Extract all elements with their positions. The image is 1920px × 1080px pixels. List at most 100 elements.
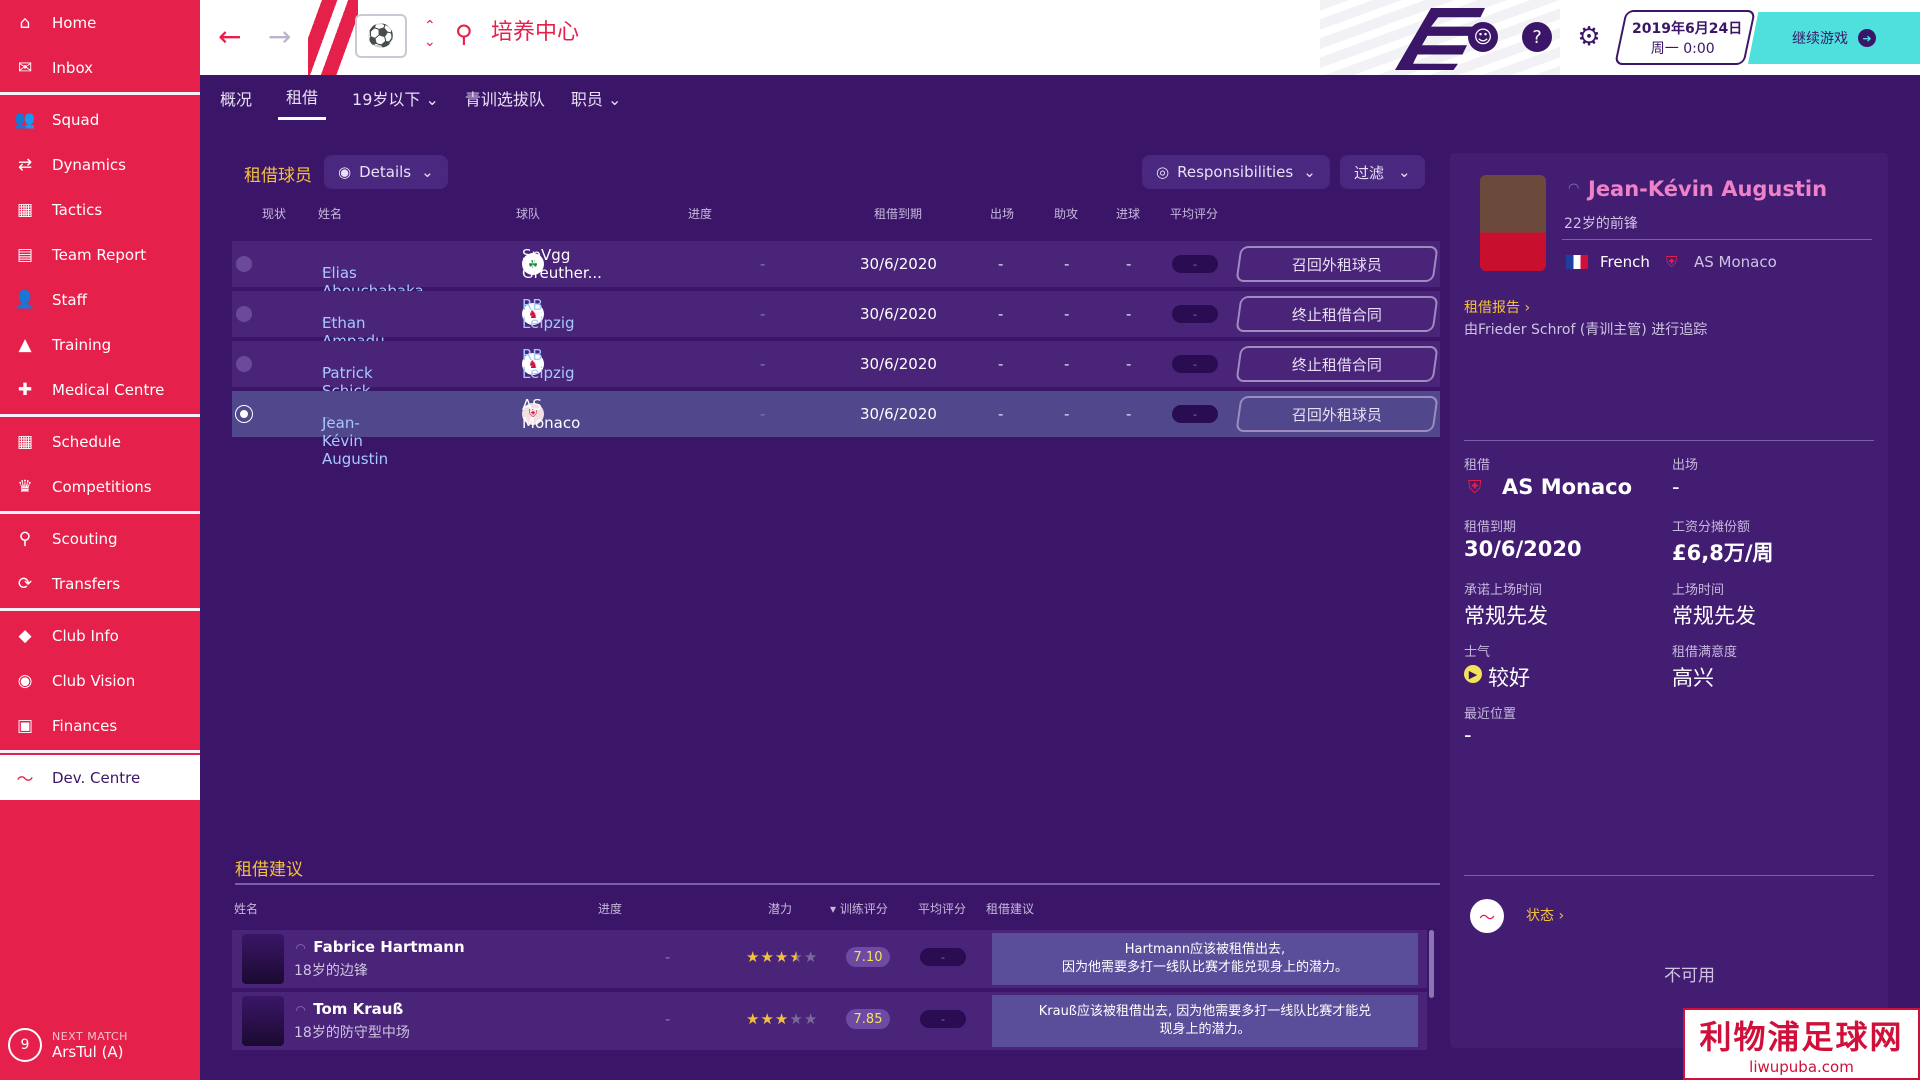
suggestion-row[interactable]: ◠ Tom Krauß 18岁的防守型中场 - ★★★★★ 7.85- Krauß应该被租借… xyxy=(232,992,1427,1050)
row-select-radio[interactable] xyxy=(236,406,252,422)
tab-youth-intake[interactable]: 青训选拔队 xyxy=(465,75,545,120)
tab-staff[interactable]: 职员 ⌄ xyxy=(571,75,622,120)
watermark-logo: 利物浦足球网 liwupuba.com xyxy=(1683,1008,1920,1080)
brain-icon[interactable]: ☺ xyxy=(1468,22,1498,52)
sidebar-item-dev-centre[interactable]: 〜 Dev. Centre xyxy=(0,755,200,800)
row-select-radio[interactable] xyxy=(236,306,252,322)
continue-button[interactable]: 继续游戏 ➜ xyxy=(1748,12,1920,64)
sidebar-item-scouting[interactable]: ⚲ Scouting xyxy=(0,516,200,561)
sidebar-item-medical-centre[interactable]: ✚ Medical Centre xyxy=(0,367,200,412)
col-avg-rating[interactable]: 平均评分 xyxy=(918,900,966,917)
suggestions-divider xyxy=(235,883,1440,885)
sidebar-item-label: Training xyxy=(52,335,112,354)
sidebar-item-transfers[interactable]: ⟳ Transfers xyxy=(0,561,200,606)
col-name[interactable]: 姓名 xyxy=(318,205,342,222)
sidebar-item-home[interactable]: ⌂ Home xyxy=(0,0,200,45)
tab-overview[interactable]: 概况 xyxy=(220,75,252,120)
apps-value: - xyxy=(998,255,1004,273)
avg-rating-pill: - xyxy=(1172,255,1218,273)
col-progress[interactable]: 进度 xyxy=(688,205,712,222)
filter-dropdown[interactable]: 过滤 ⌄ xyxy=(1340,155,1425,189)
row-select-radio[interactable] xyxy=(236,356,252,372)
sidebar-item-competitions[interactable]: ♛ Competitions xyxy=(0,464,200,509)
sidebar-item-staff[interactable]: 👤 Staff xyxy=(0,277,200,322)
sidebar-item-inbox[interactable]: ✉ Inbox xyxy=(0,45,200,90)
progress-value: - xyxy=(760,405,766,423)
player-name-link[interactable]: ◠ Fabrice Hartmann xyxy=(296,938,465,956)
profile-name[interactable]: Jean-Kévin Augustin xyxy=(1588,177,1827,201)
sidebar-item-finances[interactable]: ▣ Finances xyxy=(0,703,200,748)
player-profile-panel: ◠ Jean-Kévin Augustin 22岁的前锋 French ⛨ AS… xyxy=(1450,153,1888,1048)
sidebar-item-training[interactable]: ▲ Training xyxy=(0,322,200,367)
continue-arrow-icon: ➜ xyxy=(1858,29,1876,47)
loan-club[interactable]: AS Monaco xyxy=(1502,475,1632,499)
sidebar-item-label: Club Vision xyxy=(52,671,136,690)
club-switch-icon[interactable]: ⌃ ⌄ xyxy=(424,18,436,50)
responsibilities-dropdown[interactable]: ◎ Responsibilities ⌄ xyxy=(1142,155,1330,189)
table-row[interactable]: ◠Ethan Ampadu♞RB Leipzig-30/6/2020----终止… xyxy=(232,291,1440,350)
col-apps[interactable]: 出场 xyxy=(990,205,1014,222)
col-advice[interactable]: 租借建议 xyxy=(986,900,1034,917)
sidebar-item-tactics[interactable]: ▦ Tactics xyxy=(0,187,200,232)
tab-under-19[interactable]: 19岁以下 ⌄ xyxy=(352,75,439,120)
suggestion-row[interactable]: ◠ Fabrice Hartmann 18岁的边锋 - ★★★★★ 7.10- Hartma… xyxy=(232,930,1427,988)
next-match-label: NEXT MATCH xyxy=(52,1029,128,1043)
sidebar-item-label: Scouting xyxy=(52,529,118,548)
status-link[interactable]: 状态 › xyxy=(1526,905,1564,925)
player-name-link[interactable]: ◠ Tom Krauß xyxy=(296,1000,403,1018)
tab-loans[interactable]: 租借 xyxy=(278,75,327,120)
back-arrow-icon[interactable]: ← xyxy=(218,20,241,53)
search-icon[interactable]: ⚲ xyxy=(455,20,473,48)
loan-action-button[interactable]: 召回外租球员 xyxy=(1235,396,1439,432)
suggestions-scrollbar[interactable] xyxy=(1429,930,1434,998)
club-name: RB Leipzig xyxy=(522,346,575,382)
col-training-rating[interactable]: ▾ 训练评分 xyxy=(830,900,888,917)
row-select-radio[interactable] xyxy=(236,256,252,272)
col-assists[interactable]: 助攻 xyxy=(1054,205,1078,222)
gear-icon[interactable]: ⚙ xyxy=(1574,22,1604,52)
help-icon[interactable]: ? xyxy=(1522,22,1552,52)
loan-action-button[interactable]: 终止租借合同 xyxy=(1235,296,1439,332)
loan-action-label: 召回外租球员 xyxy=(1291,255,1382,274)
loan-action-button[interactable]: 召回外租球员 xyxy=(1235,246,1439,282)
table-row[interactable]: ◠Elias Abouchabaka☘SpVgg Greuther...-30/… xyxy=(232,241,1440,300)
loan-report-link[interactable]: 租借报告 › xyxy=(1464,297,1530,317)
sidebar-item-team-report[interactable]: ▤ Team Report xyxy=(0,232,200,277)
table-row[interactable]: ◠Patrick Schick♞RB Leipzig-30/6/2020----… xyxy=(232,341,1440,400)
sidebar-item-squad[interactable]: 👥 Squad xyxy=(0,97,200,142)
sidebar-item-club-info[interactable]: ◆ Club Info xyxy=(0,613,200,658)
col-status[interactable]: 现状 xyxy=(262,205,286,222)
col-expiry[interactable]: 租借到期 xyxy=(874,205,922,222)
status-label: 状态 xyxy=(1526,908,1554,924)
next-match[interactable]: 9 NEXT MATCH ArsTul (A) xyxy=(0,1010,200,1080)
nationality[interactable]: French xyxy=(1600,253,1650,271)
col-potential[interactable]: 潜力 xyxy=(768,900,792,917)
responsibilities-label: Responsibilities xyxy=(1177,163,1294,181)
advice-text: Hartmann应该被租借出去, 因为他需要多打一线队比赛才能兑现身上的潜力。 xyxy=(1062,941,1348,977)
satisfaction-value: 高兴 xyxy=(1672,666,1714,690)
table-row[interactable]: ◠ Jean-Kévin Augustin ⛨ AS Monaco -30/6/2020… xyxy=(232,391,1440,468)
playing-time-label: 上场时间 xyxy=(1672,583,1725,598)
loan-advice-box: Hartmann应该被租借出去, 因为他需要多打一线队比赛才能兑现身上的潜力。 xyxy=(992,933,1418,985)
sidebar-item-label: Squad xyxy=(52,110,100,129)
next-match-text: ArsTul (A) xyxy=(52,1042,124,1061)
sidebar-item-schedule[interactable]: ▦ Schedule xyxy=(0,419,200,464)
col-progress[interactable]: 进度 xyxy=(598,900,622,917)
col-club[interactable]: 球队 xyxy=(516,205,540,222)
loan-action-button[interactable]: 终止租借合同 xyxy=(1235,346,1439,382)
sidebar-item-club-vision[interactable]: ◉ Club Vision xyxy=(0,658,200,703)
col-goals[interactable]: 进球 xyxy=(1116,205,1140,222)
details-dropdown[interactable]: ◉ Details ⌄ xyxy=(324,155,448,189)
morale-value: 较好 xyxy=(1488,666,1530,690)
profile-club[interactable]: AS Monaco xyxy=(1694,253,1777,271)
sidebar-item-dynamics[interactable]: ⇄ Dynamics xyxy=(0,142,200,187)
date-box[interactable]: 2019年6月24日 周一 0:00 xyxy=(1614,10,1756,65)
expiry-value: 30/6/2020 xyxy=(860,305,937,323)
progress-value: - xyxy=(665,1010,671,1028)
morale-label: 士气 xyxy=(1464,645,1491,660)
club-logo[interactable]: ⚽ xyxy=(355,14,407,58)
avg-rating-pill: - xyxy=(920,1010,966,1028)
col-name[interactable]: 姓名 xyxy=(234,900,258,917)
col-avg-rating[interactable]: 平均评分 xyxy=(1170,205,1218,222)
forward-arrow-icon[interactable]: → xyxy=(268,20,291,53)
